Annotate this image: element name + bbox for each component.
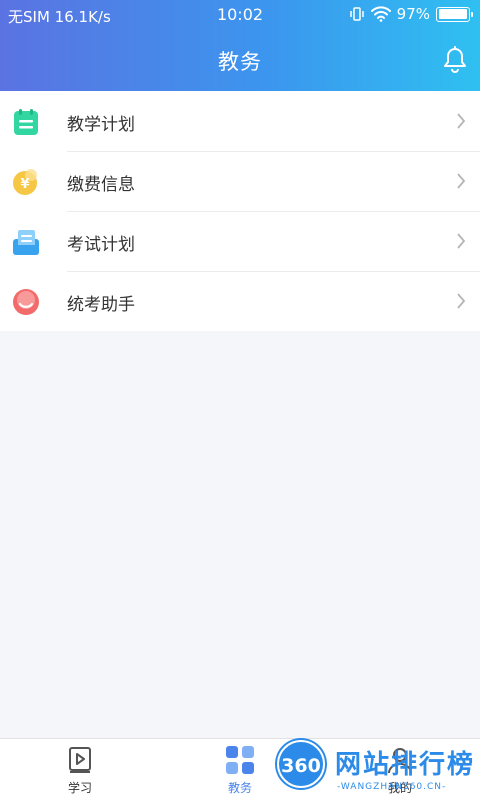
status-right: 97%: [349, 5, 473, 23]
battery-icon: [436, 6, 473, 22]
menu-item-label: 缴费信息: [67, 175, 135, 195]
menu-item-label: 教学计划: [67, 115, 135, 135]
tab-label: 教务: [227, 781, 252, 795]
tab-study[interactable]: 学习: [40, 739, 120, 800]
menu-item-payment-info[interactable]: ¥ 缴费信息: [0, 151, 480, 211]
app-header: 无SIM 16.1K/s 10:02 97% 教务: [0, 0, 480, 91]
menu-item-exam-plan[interactable]: 考试计划: [0, 211, 480, 271]
status-bar: 无SIM 16.1K/s 10:02 97%: [0, 0, 480, 30]
menu-item-label: 统考助手: [67, 295, 135, 315]
watermark: 360 网站排行榜 -WANGZHAN360.CN-: [275, 738, 480, 800]
grid-apps-icon: [226, 746, 254, 774]
page-title: 教务: [218, 50, 262, 74]
notepad-icon: [14, 109, 38, 135]
chevron-right-icon: [457, 173, 466, 189]
chevron-right-icon: [457, 233, 466, 249]
tab-academic[interactable]: 教务: [200, 739, 280, 800]
chevron-right-icon: [457, 293, 466, 309]
chevron-right-icon: [457, 113, 466, 129]
menu-list: 教学计划 ¥ 缴费信息 考试计划 统考助手: [0, 91, 480, 331]
smile-assistant-icon: [13, 289, 39, 315]
menu-item-label: 考试计划: [67, 235, 135, 255]
wifi-icon: [370, 6, 391, 22]
tab-label: 学习: [67, 781, 92, 795]
menu-item-exam-assistant[interactable]: 统考助手: [0, 271, 480, 331]
vibrate-icon: [349, 7, 364, 21]
menu-item-teaching-plan[interactable]: 教学计划: [0, 91, 480, 151]
watermark-badge: 360: [277, 740, 325, 788]
battery-fill: [438, 9, 467, 19]
bell-icon[interactable]: [442, 46, 468, 74]
exam-paper-icon: [13, 230, 39, 255]
watermark-text: 网站排行榜: [335, 750, 476, 780]
battery-percent: 97%: [396, 5, 430, 23]
title-bar: 教务: [0, 30, 480, 91]
video-play-icon: [69, 747, 91, 773]
svg-text:¥: ¥: [20, 177, 29, 192]
yuan-coin-icon: ¥: [13, 169, 37, 195]
watermark-url: -WANGZHAN360.CN-: [337, 782, 447, 792]
